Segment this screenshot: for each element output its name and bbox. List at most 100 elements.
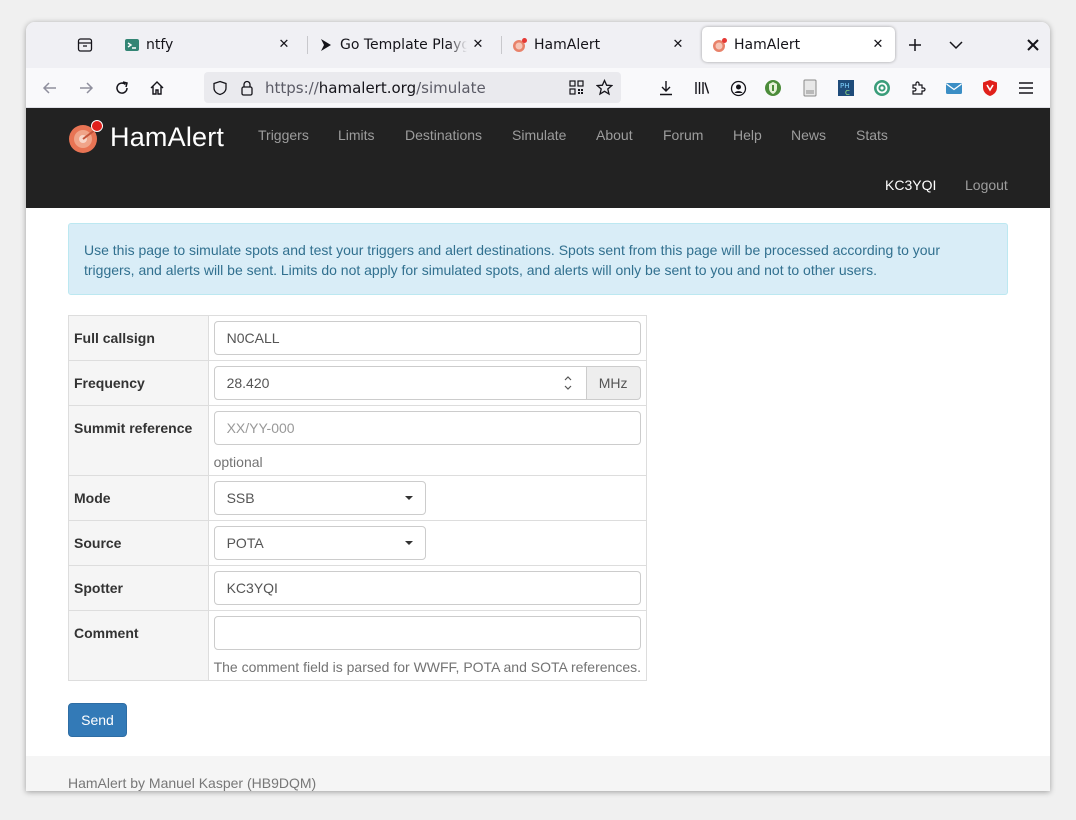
frequency-label: Frequency bbox=[68, 360, 209, 406]
reload-icon bbox=[116, 81, 128, 94]
callsign-label: Full callsign bbox=[68, 315, 209, 361]
forward-button[interactable] bbox=[73, 75, 99, 101]
comment-cell: The comment field is parsed for WWFF, PO… bbox=[207, 610, 648, 681]
nav-limits[interactable]: Limits bbox=[338, 127, 375, 143]
url-text[interactable]: https://hamalert.org/simulate bbox=[265, 79, 486, 97]
plus-icon bbox=[909, 39, 921, 51]
frequency-cell: 28.420 MHz bbox=[207, 360, 648, 406]
reload-button[interactable] bbox=[109, 75, 135, 101]
shield-icon[interactable] bbox=[211, 79, 228, 96]
url-host: hamalert.org bbox=[318, 79, 417, 97]
page-footer: HamAlert by Manuel Kasper (HB9DQM) bbox=[26, 756, 1050, 791]
tab-title: HamAlert bbox=[534, 36, 601, 53]
site-navbar: HamAlert Triggers Limits Destinations Si… bbox=[26, 108, 1050, 208]
tab-title: ntfy bbox=[146, 36, 174, 53]
nav-destinations[interactable]: Destinations bbox=[405, 127, 482, 143]
source-select[interactable]: POTA bbox=[213, 526, 426, 560]
chevron-down-icon bbox=[949, 41, 963, 50]
comment-label: Comment bbox=[68, 610, 209, 681]
info-alert-text: Use this page to simulate spots and test… bbox=[84, 242, 941, 278]
navigation-toolbar: https://hamalert.org/simulate PH C bbox=[26, 68, 1050, 108]
summit-reference-input[interactable]: XX/YY-000 bbox=[213, 411, 641, 445]
tab-ntfy[interactable]: ntfy ✕ bbox=[114, 27, 301, 62]
nav-about[interactable]: About bbox=[596, 127, 633, 143]
nav-logout[interactable]: Logout bbox=[965, 177, 1008, 193]
footer-text: HamAlert by Manuel Kasper (HB9DQM) bbox=[68, 775, 317, 791]
extension-pihole-icon[interactable]: PH C bbox=[837, 79, 855, 97]
logo-text: HamAlert bbox=[110, 121, 225, 152]
nav-forum[interactable]: Forum bbox=[663, 127, 703, 143]
site-logo[interactable]: HamAlert bbox=[68, 117, 224, 157]
comment-input[interactable] bbox=[213, 616, 641, 650]
list-all-tabs-button[interactable] bbox=[943, 33, 969, 57]
hamalert-icon bbox=[513, 37, 527, 52]
caret-down-icon bbox=[404, 541, 413, 545]
tab-title: HamAlert bbox=[734, 36, 801, 53]
number-spinner-icon[interactable] bbox=[562, 374, 574, 392]
downloads-icon[interactable] bbox=[657, 79, 675, 97]
form-row-summit: Summit reference XX/YY-000 optional bbox=[68, 405, 648, 476]
nav-stats[interactable]: Stats bbox=[856, 127, 888, 143]
url-bar[interactable]: https://hamalert.org/simulate bbox=[204, 72, 621, 103]
send-button[interactable]: Send bbox=[68, 703, 127, 737]
svg-text:C: C bbox=[845, 89, 850, 97]
nav-simulate[interactable]: Simulate bbox=[512, 127, 566, 143]
close-window-button[interactable] bbox=[1020, 33, 1046, 57]
nav-user[interactable]: KC3YQI bbox=[885, 177, 936, 193]
extension-red-shield-icon[interactable] bbox=[981, 79, 999, 97]
form-row-source: Source POTA bbox=[68, 520, 648, 566]
arrow-left-icon bbox=[42, 82, 56, 94]
summit-label: Summit reference bbox=[68, 405, 209, 476]
extension-mail-icon[interactable] bbox=[945, 79, 963, 97]
hamalert-icon bbox=[713, 37, 727, 52]
extension-document-icon[interactable] bbox=[801, 79, 819, 97]
callsign-input[interactable]: N0CALL bbox=[213, 321, 641, 355]
comment-help-text: The comment field is parsed for WWFF, PO… bbox=[213, 659, 641, 675]
info-alert: Use this page to simulate spots and test… bbox=[68, 223, 1008, 295]
url-path: /simulate bbox=[416, 79, 486, 97]
tab-close-icon[interactable]: ✕ bbox=[273, 34, 295, 56]
mode-select[interactable]: SSB bbox=[213, 481, 426, 515]
tab-close-icon[interactable]: ✕ bbox=[667, 34, 689, 56]
mode-cell: SSB bbox=[207, 475, 648, 521]
new-tab-button[interactable] bbox=[902, 33, 928, 57]
callsign-cell: N0CALL bbox=[207, 315, 648, 361]
frequency-input[interactable]: 28.420 bbox=[213, 366, 587, 400]
source-label: Source bbox=[68, 520, 209, 566]
tab-strip: ntfy ✕ Go Template Playground ✕ HamAlert… bbox=[26, 22, 1050, 68]
extensions-puzzle-icon[interactable] bbox=[909, 79, 927, 97]
extension-green-shield-icon[interactable] bbox=[764, 79, 782, 97]
account-icon[interactable] bbox=[729, 79, 747, 97]
source-value: POTA bbox=[226, 535, 264, 551]
tab-close-icon[interactable]: ✕ bbox=[867, 34, 889, 56]
back-button[interactable] bbox=[37, 75, 63, 101]
nav-triggers[interactable]: Triggers bbox=[258, 127, 309, 143]
frequency-input-group: 28.420 MHz bbox=[213, 366, 641, 400]
spotter-input[interactable]: KC3YQI bbox=[213, 571, 641, 605]
form-row-spotter: Spotter KC3YQI bbox=[68, 565, 648, 611]
hamalert-logo-icon bbox=[69, 120, 103, 153]
spotter-cell: KC3YQI bbox=[207, 565, 648, 611]
summit-cell: XX/YY-000 optional bbox=[207, 405, 648, 476]
terminal-icon bbox=[125, 38, 139, 51]
tab-hamalert-active[interactable]: HamAlert ✕ bbox=[702, 27, 895, 62]
tab-hamalert[interactable]: HamAlert ✕ bbox=[502, 27, 695, 62]
home-button[interactable] bbox=[144, 75, 170, 101]
web-page: HamAlert Triggers Limits Destinations Si… bbox=[26, 108, 1050, 791]
form-row-frequency: Frequency 28.420 MHz bbox=[68, 360, 648, 406]
nav-news[interactable]: News bbox=[791, 127, 826, 143]
tab-close-icon[interactable]: ✕ bbox=[467, 34, 489, 56]
firefox-view-button[interactable] bbox=[72, 33, 98, 57]
spotter-label: Spotter bbox=[68, 565, 209, 611]
source-cell: POTA bbox=[207, 520, 648, 566]
browser-window: ntfy ✕ Go Template Playground ✕ HamAlert… bbox=[26, 22, 1050, 791]
nav-help[interactable]: Help bbox=[733, 127, 762, 143]
bookmark-star-icon[interactable] bbox=[596, 79, 613, 96]
menu-hamburger-icon[interactable] bbox=[1017, 79, 1035, 97]
qr-code-icon[interactable] bbox=[568, 79, 585, 96]
extension-sync-icon[interactable] bbox=[873, 79, 891, 97]
arrow-right-icon bbox=[80, 82, 94, 94]
tab-go-template-playground[interactable]: Go Template Playground ✕ bbox=[308, 27, 495, 62]
library-icon[interactable] bbox=[693, 79, 711, 97]
lock-icon[interactable] bbox=[238, 79, 255, 96]
